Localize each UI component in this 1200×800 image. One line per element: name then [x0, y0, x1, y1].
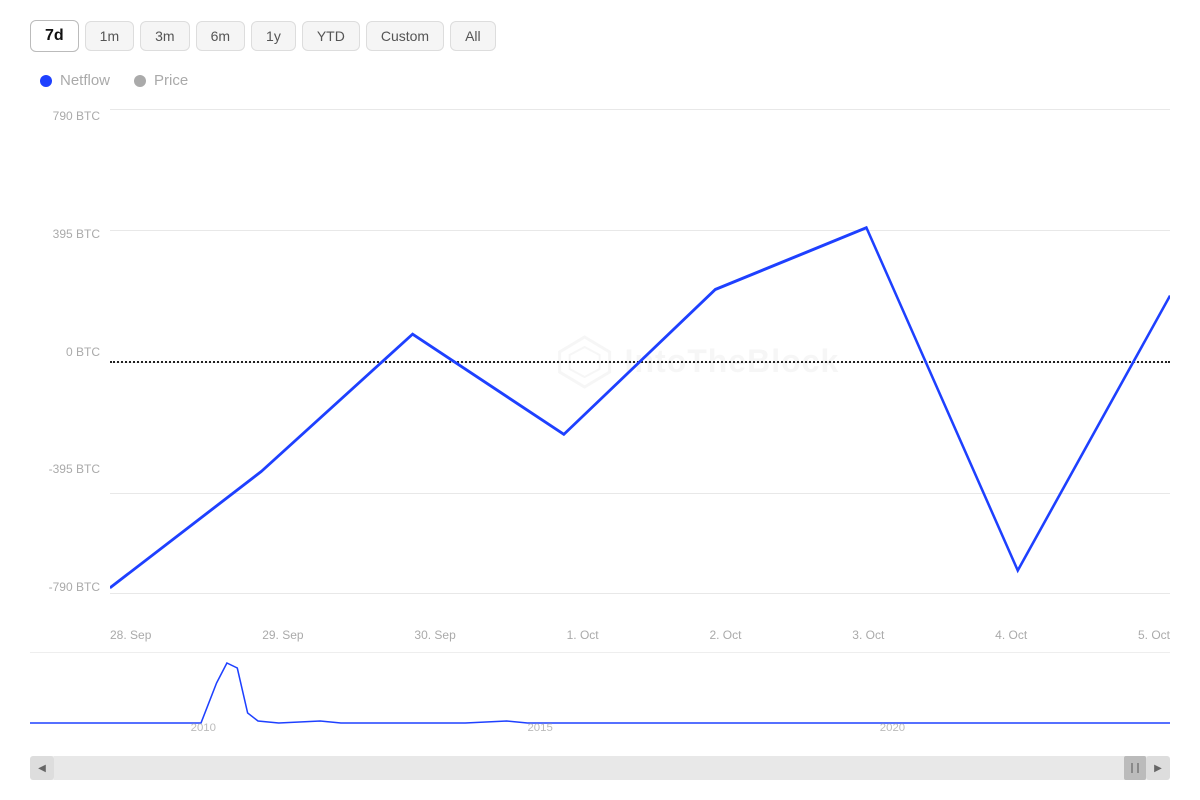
y-label-0: 0 BTC — [30, 345, 110, 359]
time-btn-all[interactable]: All — [450, 21, 496, 51]
handle-line-1 — [1131, 763, 1133, 773]
x-label-28sep: 28. Sep — [110, 628, 151, 642]
time-btn-3m[interactable]: 3m — [140, 21, 189, 51]
mini-chart-svg: 2010 2015 2020 — [30, 653, 1170, 733]
x-label-30sep: 30. Sep — [414, 628, 455, 642]
time-btn-6m[interactable]: 6m — [196, 21, 245, 51]
x-label-29sep: 29. Sep — [262, 628, 303, 642]
chart-wrapper: 790 BTC 395 BTC 0 BTC -395 BTC -790 BTC — [30, 99, 1170, 780]
mini-year-2010: 2010 — [191, 722, 216, 733]
mini-chart-inner: 2010 2015 2020 — [30, 653, 1170, 752]
x-label-2oct: 2. Oct — [709, 628, 741, 642]
scrollbar-handle[interactable] — [1124, 756, 1146, 780]
handle-grip — [1130, 763, 1140, 773]
y-axis: 790 BTC 395 BTC 0 BTC -395 BTC -790 BTC — [30, 99, 110, 624]
legend-netflow: Netflow — [40, 72, 110, 89]
time-btn-custom[interactable]: Custom — [366, 21, 444, 51]
legend-price: Price — [134, 72, 188, 89]
mini-year-2020: 2020 — [880, 722, 905, 733]
scrollbar-track[interactable] — [54, 756, 1146, 780]
netflow-dot — [40, 75, 52, 87]
main-chart: 790 BTC 395 BTC 0 BTC -395 BTC -790 BTC — [30, 99, 1170, 624]
y-label-neg395: -395 BTC — [30, 462, 110, 476]
time-btn-1y[interactable]: 1y — [251, 21, 296, 51]
time-btn-7d[interactable]: 7d — [30, 20, 79, 52]
price-dot — [134, 75, 146, 87]
y-label-790: 790 BTC — [30, 109, 110, 123]
main-container: 7d1m3m6m1yYTDCustomAll Netflow Price 790… — [0, 0, 1200, 800]
chart-area: IntoTheBlock — [110, 99, 1170, 624]
y-label-395: 395 BTC — [30, 227, 110, 241]
netflow-chart-svg — [110, 99, 1170, 594]
handle-line-2 — [1137, 763, 1139, 773]
scroll-right-button[interactable]: ▶ — [1146, 756, 1170, 780]
x-label-3oct: 3. Oct — [852, 628, 884, 642]
scroll-left-button[interactable]: ◀ — [30, 756, 54, 780]
netflow-label: Netflow — [60, 72, 110, 89]
x-label-4oct: 4. Oct — [995, 628, 1027, 642]
netflow-line — [110, 228, 1170, 588]
y-label-neg790: -790 BTC — [30, 580, 110, 594]
price-label: Price — [154, 72, 188, 89]
chart-legend: Netflow Price — [30, 72, 1170, 89]
x-label-5oct: 5. Oct — [1138, 628, 1170, 642]
time-btn-ytd[interactable]: YTD — [302, 21, 360, 51]
time-btn-1m[interactable]: 1m — [85, 21, 134, 51]
scrollbar[interactable]: ◀ ▶ — [30, 756, 1170, 780]
time-range-selector: 7d1m3m6m1yYTDCustomAll — [30, 20, 1170, 52]
mini-chart: 2010 2015 2020 — [30, 652, 1170, 752]
mini-year-2015: 2015 — [527, 722, 552, 733]
x-label-1oct: 1. Oct — [567, 628, 599, 642]
x-axis: 28. Sep 29. Sep 30. Sep 1. Oct 2. Oct 3.… — [30, 628, 1170, 642]
